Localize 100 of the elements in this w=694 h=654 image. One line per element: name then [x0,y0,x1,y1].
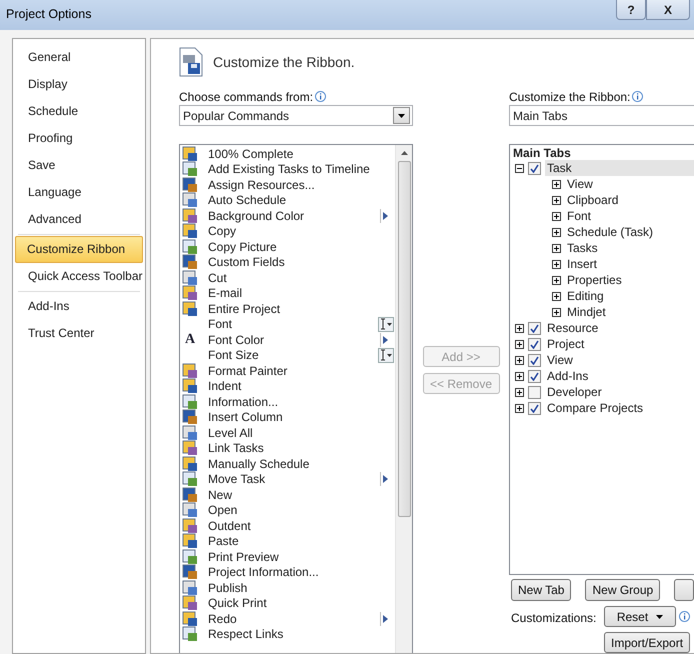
tree-item[interactable]: Add-Ins [545,368,590,384]
command-icon [182,176,198,193]
command-item[interactable]: Copy [208,224,395,238]
checkbox[interactable] [528,338,541,350]
command-item[interactable]: Add Existing Tasks to Timeline [208,162,395,176]
expand-icon[interactable] [552,244,561,252]
expand-icon[interactable] [515,340,524,348]
checkbox[interactable] [528,402,541,414]
command-item[interactable]: Publish [208,580,395,595]
page-title: Customize the Ribbon. [213,54,355,70]
tree-item[interactable]: Tasks [565,240,600,256]
expand-icon[interactable] [552,276,561,284]
command-item[interactable]: Project Information... [208,565,395,580]
checkbox[interactable] [528,162,541,174]
tree-button[interactable]: New Tab [511,579,572,601]
command-item[interactable]: Print Preview [208,550,395,564]
checkbox[interactable] [528,322,541,334]
expand-icon[interactable] [515,372,524,380]
tree-item[interactable]: Insert [565,256,600,272]
ribbon-dropdown[interactable]: Main Tabs [509,105,694,126]
expand-icon[interactable] [552,228,561,236]
command-item[interactable]: Assign Resources... [208,178,395,192]
command-item[interactable]: Redo [208,612,380,626]
expand-icon[interactable] [515,324,524,332]
command-item[interactable]: Font Size [208,348,378,362]
sidebar-item[interactable]: Customize Ribbon [15,236,143,263]
scrollbar[interactable] [395,145,412,653]
command-item[interactable]: Custom Fields [208,255,395,270]
scrollbar-thumb[interactable] [398,161,410,517]
sidebar-item[interactable]: Proofing [15,125,143,152]
tree-item[interactable]: Developer [545,384,604,400]
sidebar-item[interactable]: Trust Center [15,320,143,347]
tree-item[interactable]: Resource [545,320,600,336]
sidebar-item[interactable]: General [15,44,143,71]
expand-icon[interactable] [552,308,561,316]
tree-item[interactable]: Clipboard [565,192,620,208]
scroll-up-arrow-icon[interactable] [400,151,408,155]
command-item[interactable]: Manually Schedule [208,456,395,471]
command-item[interactable]: 100% Complete [208,146,395,161]
sidebar-item[interactable]: Quick Access Toolbar [15,263,143,290]
command-item[interactable]: Cut [208,270,395,285]
command-item[interactable]: Level All [208,426,395,440]
checkbox[interactable] [528,370,541,382]
help-button[interactable]: ? [616,0,646,20]
command-item[interactable]: Quick Print [208,596,395,610]
command-item[interactable]: Information... [208,394,395,409]
tree-button[interactable]: New Group [585,579,660,601]
customizations-label: Customizations: [511,611,598,627]
sidebar-item[interactable]: Language [15,179,143,206]
checkbox[interactable] [528,354,541,366]
expand-icon[interactable] [515,404,524,412]
command-item[interactable]: Auto Schedule [208,193,395,208]
expand-icon[interactable] [552,212,561,220]
tree-item[interactable]: View [565,176,595,192]
tree-item[interactable]: Font [565,208,594,224]
command-icon [182,595,198,612]
expand-icon[interactable] [515,388,524,396]
command-item[interactable]: Font [208,317,378,332]
expand-icon[interactable] [552,260,561,268]
command-item[interactable]: Open [208,503,395,518]
expand-icon[interactable] [552,196,561,204]
sidebar-item[interactable]: Save [15,152,143,179]
reset-button[interactable]: Reset [604,606,676,627]
expand-icon[interactable] [552,180,561,188]
tree-item[interactable]: View [545,352,575,368]
command-item[interactable]: Font Color [208,332,380,347]
close-button[interactable]: X [646,0,690,20]
commands-dropdown[interactable]: Popular Commands [179,105,413,126]
command-item[interactable]: Insert Column [208,410,395,424]
command-item[interactable]: E-mail [208,286,395,300]
ribbon-page-icon [179,47,203,77]
command-item[interactable]: New [208,488,395,502]
command-item[interactable]: Entire Project [208,302,395,316]
command-item[interactable]: Indent [208,379,395,394]
sidebar-item[interactable]: Advanced [15,206,143,233]
command-item[interactable]: Background Color [208,208,380,223]
button[interactable] [674,579,694,601]
tree-item[interactable]: Project [545,336,586,352]
tree-item[interactable]: Schedule (Task) [565,224,656,240]
command-item[interactable]: Link Tasks [208,441,395,456]
command-item[interactable]: Copy Picture [208,240,395,254]
tree-item[interactable]: Properties [565,272,624,288]
checkbox[interactable] [528,386,541,398]
tree-item[interactable]: Mindjet [565,304,608,320]
sidebar-item[interactable]: Schedule [15,98,143,125]
sidebar-item[interactable]: Add-Ins [15,293,143,320]
expand-icon[interactable] [552,292,561,300]
submenu-arrow-icon [380,332,390,347]
tree-item[interactable]: Compare Projects [545,400,646,416]
sidebar-item[interactable]: Display [15,71,143,98]
tree-item[interactable]: Editing [565,288,606,304]
import-export-button[interactable]: Import/Export [604,632,690,653]
command-item[interactable]: Move Task [208,472,380,486]
command-item[interactable]: Outdent [208,518,395,533]
collapse-icon[interactable] [515,164,524,172]
command-item[interactable]: Respect Links [208,627,395,642]
tree-item[interactable]: Task [545,160,694,176]
command-item[interactable]: Paste [208,534,395,548]
command-item[interactable]: Format Painter [208,364,395,378]
expand-icon[interactable] [515,356,524,364]
